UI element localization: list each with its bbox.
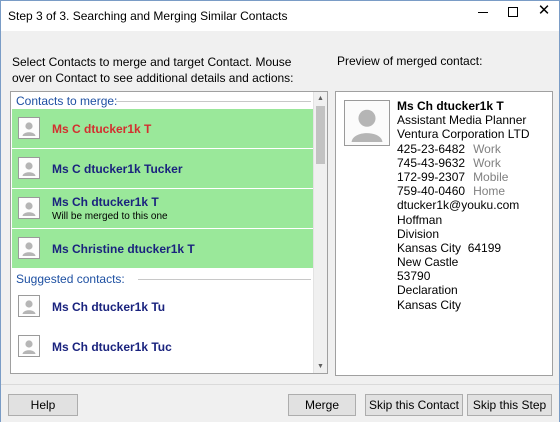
contact-row[interactable]: Ms C dtucker1k T (12, 109, 313, 149)
phone-type: Mobile (473, 169, 509, 184)
group-divider (116, 101, 311, 102)
window-title: Step 3 of 3. Searching and Merging Simil… (8, 9, 288, 23)
avatar-icon (18, 237, 40, 259)
minimize-icon (478, 12, 488, 13)
contact-name: Ms Christine dtucker1k T (52, 242, 195, 256)
phone-type: Home (473, 184, 506, 199)
contact-row-target[interactable]: Ms Ch dtucker1k T Will be merged to this… (12, 189, 313, 229)
merge-button[interactable]: Merge (288, 394, 356, 416)
skip-contact-button[interactable]: Skip this Contact (365, 394, 463, 416)
preview-address-line: Kansas City 64199 (397, 240, 502, 255)
preview-phone: 172-99-2307 Mobile (397, 170, 547, 184)
list-scrollbar[interactable]: ▲ ▼ (313, 92, 327, 373)
close-button[interactable]: ✕ (529, 1, 559, 23)
skip-step-button[interactable]: Skip this Step (467, 394, 552, 416)
merge-contacts-window: Step 3 of 3. Searching and Merging Simil… (0, 0, 560, 422)
avatar-icon (18, 117, 40, 139)
maximize-icon (508, 7, 518, 17)
merge-group-label: Contacts to merge: (16, 94, 118, 108)
preview-address-line: Kansas City (397, 297, 462, 312)
preview-company: Ventura Corporation LTD (397, 127, 530, 142)
phone-number: 759-40-0460 (397, 184, 466, 199)
scroll-down-icon[interactable]: ▼ (314, 360, 327, 373)
suggested-row[interactable]: Ms Ch dtucker1k Tu (12, 287, 313, 327)
phone-type: Work (473, 141, 501, 156)
preview-address-line: 53790 (397, 269, 431, 284)
suggested-row[interactable]: Ms Ch dtucker1k Tuc (12, 327, 313, 367)
preview-phone: 425-23-6482 Work (397, 142, 547, 156)
avatar-icon (344, 100, 390, 146)
preview-phone: 759-40-0460 Home (397, 184, 547, 198)
scroll-up-icon[interactable]: ▲ (314, 92, 327, 105)
contact-name: Ms Ch dtucker1k T (52, 195, 159, 209)
merged-contact-preview: Ms Ch dtucker1k T Assistant Media Planne… (335, 91, 553, 376)
preview-address-line: Division (397, 226, 440, 241)
preview-address-line: Hoffman (397, 212, 443, 227)
avatar-icon (18, 335, 40, 357)
help-button[interactable]: Help (8, 394, 78, 416)
contact-name: Ms Ch dtucker1k Tu (52, 300, 166, 314)
contacts-list[interactable]: Contacts to merge: Ms C dtucker1k T Ms C… (10, 91, 328, 374)
contact-name: Ms Ch dtucker1k Tuc (52, 340, 172, 354)
phone-number: 745-43-9632 (397, 155, 466, 170)
close-icon: ✕ (537, 2, 551, 19)
contact-row[interactable]: Ms C dtucker1k Tucker (12, 149, 313, 189)
instructions-text: Select Contacts to merge and target Cont… (12, 55, 294, 85)
contact-name: Ms C dtucker1k Tucker (52, 162, 183, 176)
preview-job-title: Assistant Media Planner (397, 113, 527, 128)
preview-heading: Preview of merged contact: (337, 54, 483, 68)
avatar-icon (18, 157, 40, 179)
suggested-group-header: Suggested contacts: (12, 271, 313, 287)
merge-group-header: Contacts to merge: (12, 93, 313, 109)
contact-row[interactable]: Ms Christine dtucker1k T (12, 229, 313, 269)
preview-email: dtucker1k@youku.com (397, 198, 520, 213)
minimize-button[interactable] (469, 1, 499, 23)
group-divider (138, 279, 311, 280)
scrollbar-thumb[interactable] (316, 106, 325, 164)
title-bar: Step 3 of 3. Searching and Merging Simil… (1, 1, 559, 31)
avatar-icon (18, 197, 40, 219)
avatar-icon (18, 295, 40, 317)
preview-phone: 745-43-9632 Work (397, 156, 547, 170)
suggested-group-label: Suggested contacts: (16, 272, 125, 286)
merge-target-note: Will be merged to this one (52, 211, 168, 222)
contact-name: Ms C dtucker1k T (52, 122, 152, 136)
button-bar: Help Merge Skip this Contact Skip this S… (1, 384, 559, 422)
maximize-button[interactable] (499, 1, 529, 23)
phone-number: 172-99-2307 (397, 169, 466, 184)
phone-number: 425-23-6482 (397, 141, 466, 156)
preview-address-line: Declaration (397, 283, 458, 298)
phone-type: Work (473, 155, 501, 170)
preview-address-line: New Castle (397, 255, 459, 270)
preview-name: Ms Ch dtucker1k T (397, 99, 504, 113)
